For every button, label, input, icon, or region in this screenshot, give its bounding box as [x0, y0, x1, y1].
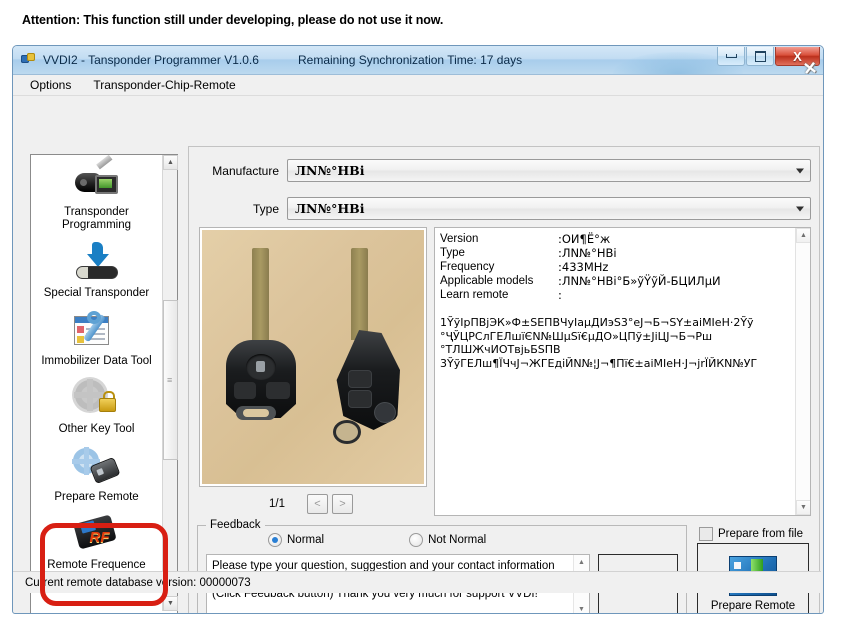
prepare-from-file-checkbox[interactable]: Prepare from file [699, 527, 803, 541]
minimize-button[interactable] [717, 47, 745, 66]
sidebar-item-label: Transponder Programming [62, 206, 131, 232]
feedback-radio-group: Normal Not Normal [268, 533, 486, 547]
info-row: Type :ЛN№°HBi [440, 246, 791, 260]
app-window: VVDI2 - Tansponder Programmer V1.0.6 Rem… [12, 45, 824, 614]
radio-icon [409, 533, 423, 547]
sidebar-item-other-key-tool[interactable]: Other Key Tool [31, 372, 162, 440]
page-counter: 1/1 [269, 498, 285, 510]
key-photo [202, 230, 424, 484]
manufacture-value: ЛN№°HBi [288, 163, 364, 178]
type-row: Type ЛN№°HBi [197, 197, 811, 220]
sidebar-item-label: Special Transponder [44, 287, 149, 300]
sidebar-item-label: Immobilizer Data Tool [41, 355, 151, 368]
feedback-group: Feedback Normal Not Normal Please type y… [197, 525, 687, 614]
info-value: :433MHz [558, 260, 608, 274]
sidebar-item-label: Other Key Tool [59, 423, 135, 436]
info-description: 1ỸỹIpПBjЭК»Ф±SEПBЧyIаμДИэS3°eJ¬Б¬SY±aiMI… [440, 316, 791, 370]
key-device-icon [71, 161, 123, 203]
title-bar-left: VVDI2 - Tansponder Programmer V1.0.6 [21, 46, 259, 74]
radio-label: Not Normal [428, 534, 486, 546]
info-row: Applicable models :ЛN№°HBi°Б»ỹŸỹЙ-БЦИЛμИ [440, 274, 791, 288]
info-row: Frequency :433MHz [440, 260, 791, 274]
transponder-arrow-icon [71, 242, 123, 284]
menu-bar: Options Transponder-Chip-Remote [13, 75, 823, 96]
app-logo-icon [21, 52, 37, 68]
window-title: VVDI2 - Tansponder Programmer V1.0.6 [43, 53, 259, 67]
menu-item-options[interactable]: Options [27, 77, 74, 93]
gear-lock-icon [71, 378, 123, 420]
status-bar: Current remote database version: 0000007… [13, 571, 821, 593]
scrollbar-thumb[interactable] [163, 300, 178, 460]
maximize-button[interactable] [746, 47, 774, 66]
next-image-button[interactable]: > [332, 494, 353, 514]
chevron-down-icon [796, 206, 804, 211]
info-key: Learn remote [440, 288, 558, 302]
info-vertical-scrollbar[interactable]: ▲ ▼ [795, 228, 810, 515]
sidebar-item-label: Prepare Remote [54, 491, 138, 504]
feedback-legend: Feedback [206, 519, 265, 531]
sidebar-item-immobilizer-data-tool[interactable]: Immobilizer Data Tool [31, 304, 162, 372]
scroll-up-icon[interactable]: ▲ [574, 555, 589, 570]
attention-banner: Attention: This function still under dev… [22, 13, 443, 27]
feedback-radio-normal[interactable]: Normal [268, 533, 324, 547]
sidebar-item-transponder-programming[interactable]: Transponder Programming [31, 155, 162, 236]
feedback-radio-not-normal[interactable]: Not Normal [409, 533, 486, 547]
info-key: Frequency [440, 260, 558, 274]
prepare-remote-button-label: Prepare Remote [711, 600, 795, 612]
prev-image-button[interactable]: < [307, 494, 328, 514]
info-value: :ЛN№°HBi [558, 246, 617, 260]
sidebar-list: Transponder Programming Special Transpon… [31, 155, 162, 611]
info-key: Type [440, 246, 558, 260]
info-value: : [558, 288, 562, 302]
prepare-from-file-label: Prepare from file [718, 528, 803, 540]
type-select[interactable]: ЛN№°HBi [287, 197, 811, 220]
title-bar: VVDI2 - Tansponder Programmer V1.0.6 Rem… [13, 46, 823, 75]
sync-time-label: Remaining Synchronization Time: 17 days [298, 46, 522, 74]
key-image-viewer[interactable] [199, 227, 427, 487]
rf-fob-icon: RF [71, 514, 123, 556]
info-key: Version [440, 232, 558, 246]
sidebar-vertical-scrollbar[interactable]: ▲ ▼ [162, 155, 177, 611]
info-value: :ОИ¶Ё°ж [558, 232, 610, 246]
status-text: Current remote database version: 0000007… [25, 577, 251, 589]
info-key: Applicable models [440, 274, 558, 288]
close-icon: X [793, 50, 802, 63]
remote-info-content: Version :ОИ¶Ё°ж Type :ЛN№°HBi Frequency … [435, 228, 796, 515]
sidebar-item-prepare-remote[interactable]: Prepare Remote [31, 440, 162, 508]
scroll-up-icon[interactable]: ▲ [163, 155, 178, 170]
chevron-down-icon [796, 168, 804, 173]
type-value: ЛN№°HBi [288, 201, 364, 216]
sidebar: Transponder Programming Special Transpon… [30, 154, 178, 614]
scroll-up-icon[interactable]: ▲ [796, 228, 811, 243]
radio-label: Normal [287, 534, 324, 546]
manufacture-row: Manufacture ЛN№°HBi [197, 159, 811, 182]
type-label: Type [197, 202, 279, 216]
radio-icon [268, 533, 282, 547]
remote-info-panel[interactable]: Version :ОИ¶Ё°ж Type :ЛN№°HBi Frequency … [434, 227, 811, 516]
gear-fob-icon [71, 446, 123, 488]
checkbox-icon [699, 527, 713, 541]
info-row: Learn remote : [440, 288, 791, 302]
manufacture-label: Manufacture [197, 164, 279, 178]
info-value: :ЛN№°HBi°Б»ỹŸỹЙ-БЦИЛμИ [558, 274, 721, 288]
sidebar-item-remote-frequence[interactable]: RF Remote Frequence [31, 508, 162, 576]
scroll-down-icon[interactable]: ▼ [574, 602, 589, 614]
menu-item-transponder-chip-remote[interactable]: Transponder-Chip-Remote [90, 77, 238, 93]
data-tool-icon [71, 310, 123, 352]
info-row: Version :ОИ¶Ё°ж [440, 232, 791, 246]
sidebar-item-special-transponder[interactable]: Special Transponder [31, 236, 162, 304]
scroll-down-icon[interactable]: ▼ [796, 500, 811, 515]
image-pager: 1/1 < > [199, 492, 427, 516]
manufacture-select[interactable]: ЛN№°HBi [287, 159, 811, 182]
client-area: Transponder Programming Special Transpon… [13, 96, 823, 593]
scroll-down-icon[interactable]: ▼ [163, 596, 178, 611]
main-panel: Manufacture ЛN№°HBi Type ЛN№°HBi [188, 146, 820, 614]
mouse-cursor-icon: ✕ [802, 59, 818, 75]
